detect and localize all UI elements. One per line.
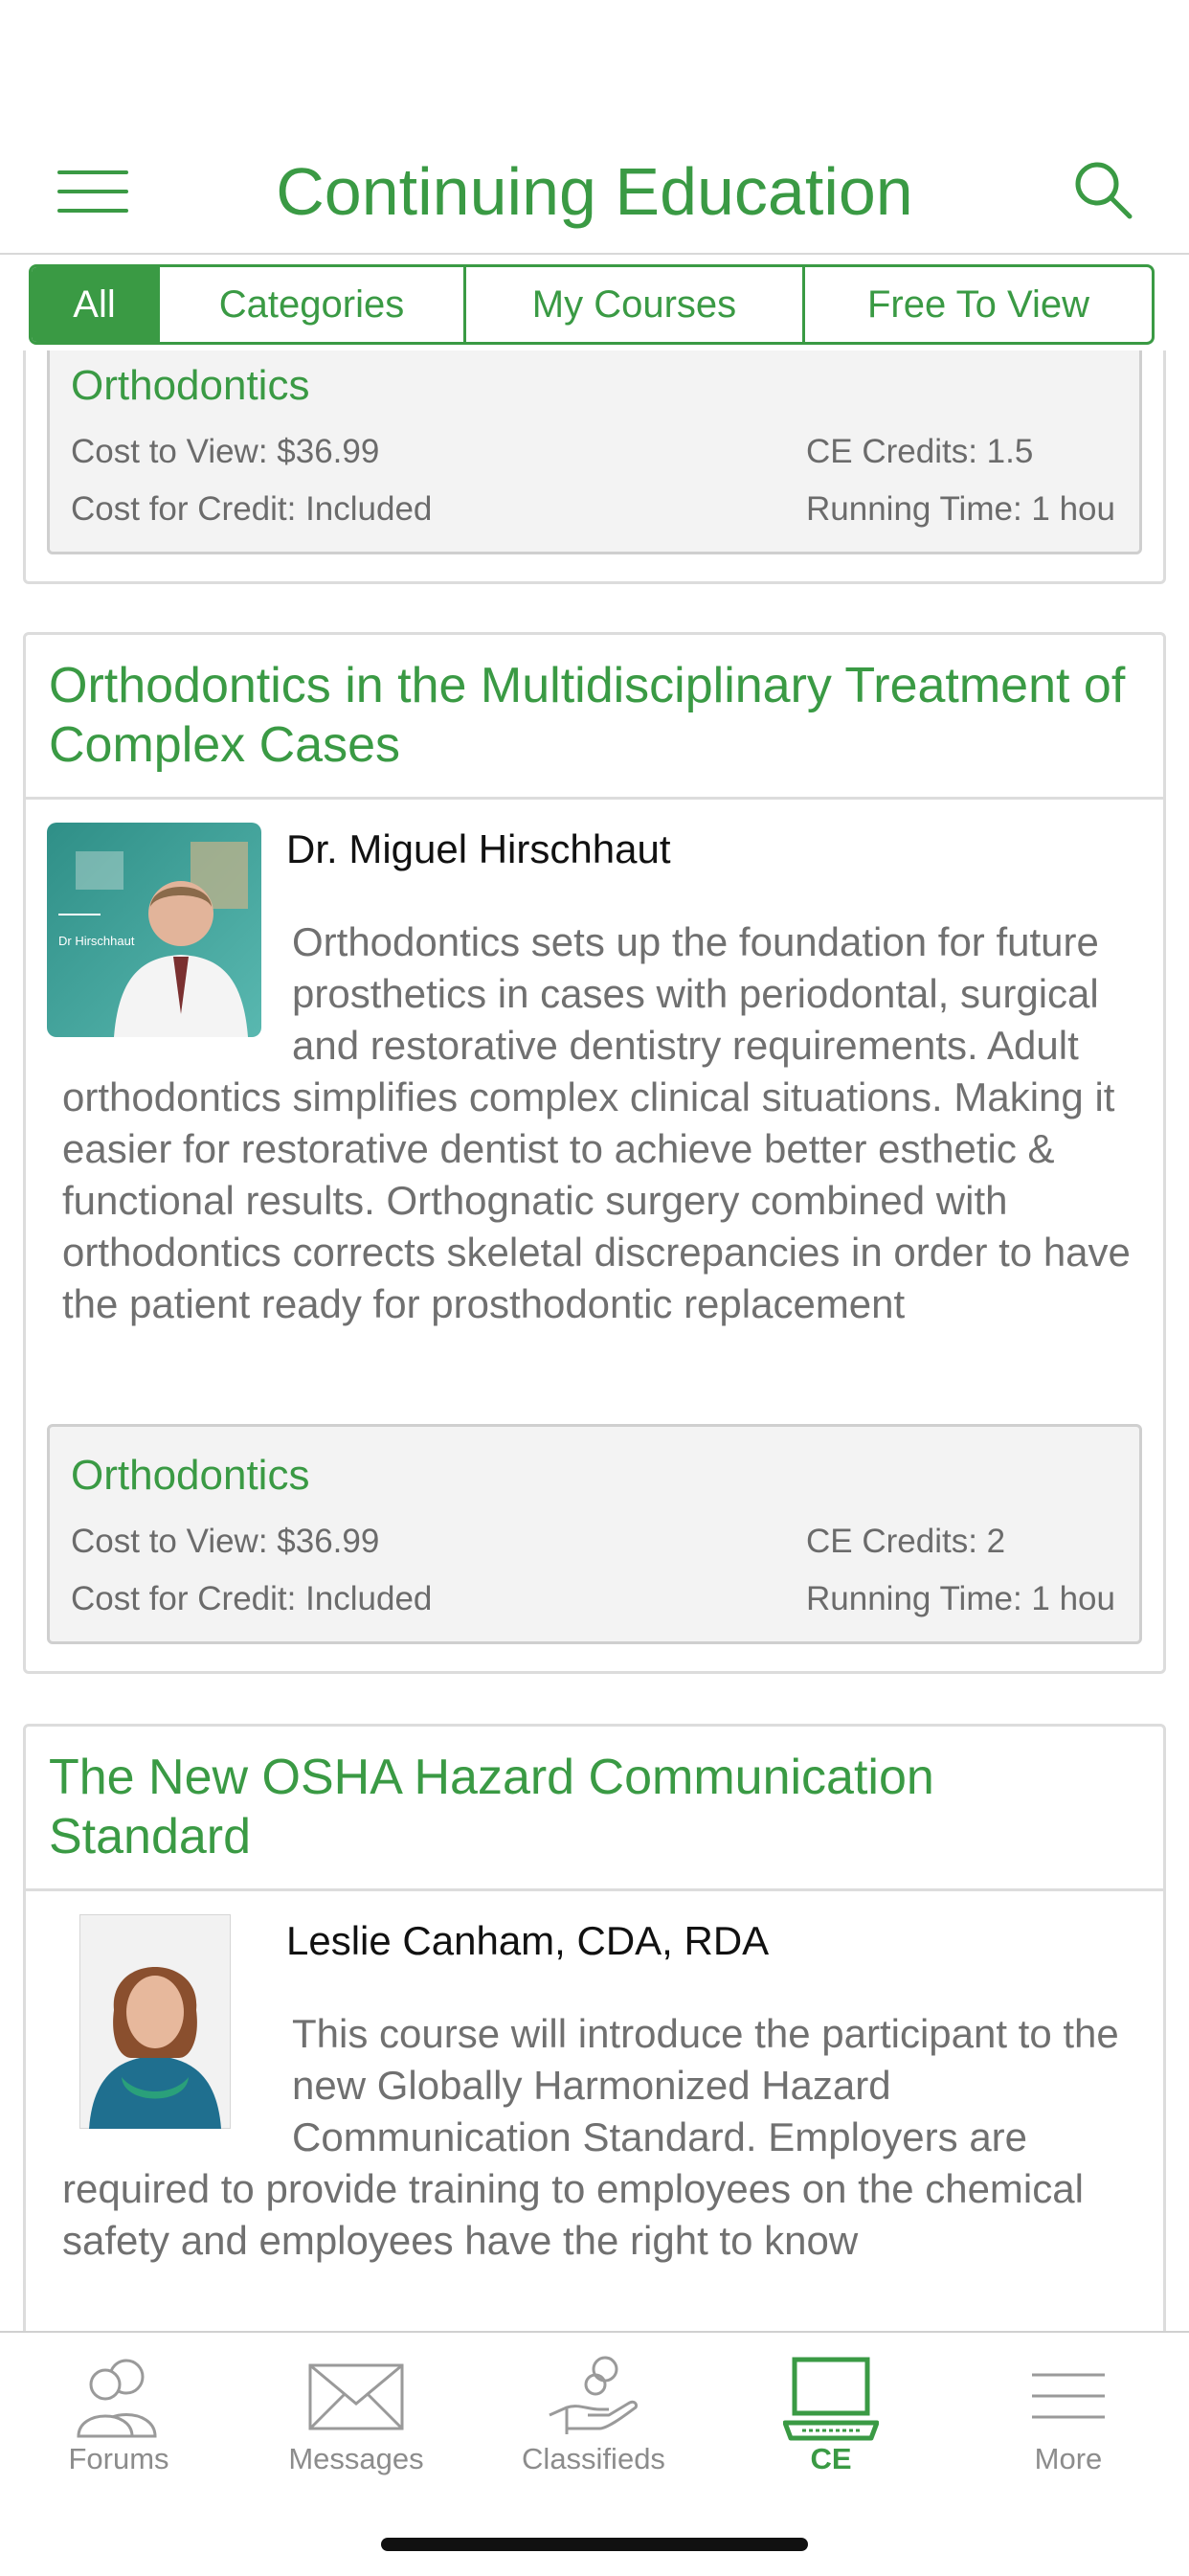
presenter-name: Dr. Miguel Hirschhaut <box>286 826 671 871</box>
messages-icon <box>308 2348 404 2444</box>
ce-credits: CE Credits: 2 <box>806 1523 1006 1560</box>
cost-for-credit: Cost for Credit: Included <box>71 490 433 528</box>
course-description: This course will introduce the participa… <box>62 2011 1119 2263</box>
search-icon[interactable] <box>1070 157 1137 224</box>
tab-categories[interactable]: Categories <box>160 267 466 342</box>
course-card[interactable]: Orthodontics Cost to View: $36.99 Cost f… <box>23 350 1166 584</box>
tab-bar-messages[interactable]: Messages <box>237 2333 475 2486</box>
home-indicator[interactable] <box>381 2538 808 2551</box>
segmented-tabs: All Categories My Courses Free To View <box>29 264 1155 345</box>
more-icon <box>1021 2348 1116 2444</box>
course-info-box: Orthodontics Cost to View: $36.99 Cost f… <box>47 1424 1142 1644</box>
tab-my-courses[interactable]: My Courses <box>466 267 805 342</box>
cost-to-view: Cost to View: $36.99 <box>71 1523 380 1560</box>
classifieds-icon <box>546 2348 641 2444</box>
tab-bar-label: CE <box>810 2442 852 2475</box>
tab-bar-more[interactable]: More <box>950 2333 1187 2486</box>
tab-bar-ce[interactable]: CE <box>712 2333 950 2486</box>
ce-laptop-icon <box>782 2348 880 2444</box>
tab-free-to-view[interactable]: Free To View <box>805 267 1152 342</box>
tab-bar-label: Messages <box>288 2442 424 2475</box>
running-time: Running Time: 1 hou <box>806 490 1115 528</box>
course-list[interactable]: Orthodontics Cost to View: $36.99 Cost f… <box>0 350 1189 2331</box>
tab-bar-label: Forums <box>68 2442 169 2475</box>
tab-all[interactable]: All <box>32 267 160 342</box>
course-title[interactable]: Orthodontics in the Multidisciplinary Tr… <box>26 635 1163 800</box>
course-card[interactable]: The New OSHA Hazard Communication Standa… <box>23 1724 1166 2331</box>
status-bar <box>0 0 1189 134</box>
cost-for-credit: Cost for Credit: Included <box>71 1580 433 1617</box>
course-card[interactable]: Orthodontics in the Multidisciplinary Tr… <box>23 632 1166 1674</box>
tab-bar-classifieds[interactable]: Classifieds <box>475 2333 712 2486</box>
course-info-box: Orthodontics Cost to View: $36.99 Cost f… <box>47 350 1142 554</box>
running-time: Running Time: 1 hou <box>806 1580 1115 1617</box>
course-description: Orthodontics sets up the foundation for … <box>62 919 1131 1326</box>
course-category: Orthodontics <box>71 362 310 409</box>
page-title: Continuing Education <box>276 154 913 229</box>
tab-bar-forums[interactable]: Forums <box>0 2333 237 2486</box>
presenter-name: Leslie Canham, CDA, RDA <box>286 1918 770 1963</box>
cost-to-view: Cost to View: $36.99 <box>71 433 380 470</box>
ce-credits: CE Credits: 1.5 <box>806 433 1034 470</box>
tab-bar-label: More <box>1034 2442 1103 2475</box>
navigation-bar: Continuing Education <box>0 134 1189 255</box>
course-category: Orthodontics <box>71 1452 310 1499</box>
forums-icon <box>71 2348 167 2444</box>
course-title[interactable]: The New OSHA Hazard Communication Standa… <box>26 1727 1163 1891</box>
tab-bar-label: Classifieds <box>522 2442 665 2475</box>
